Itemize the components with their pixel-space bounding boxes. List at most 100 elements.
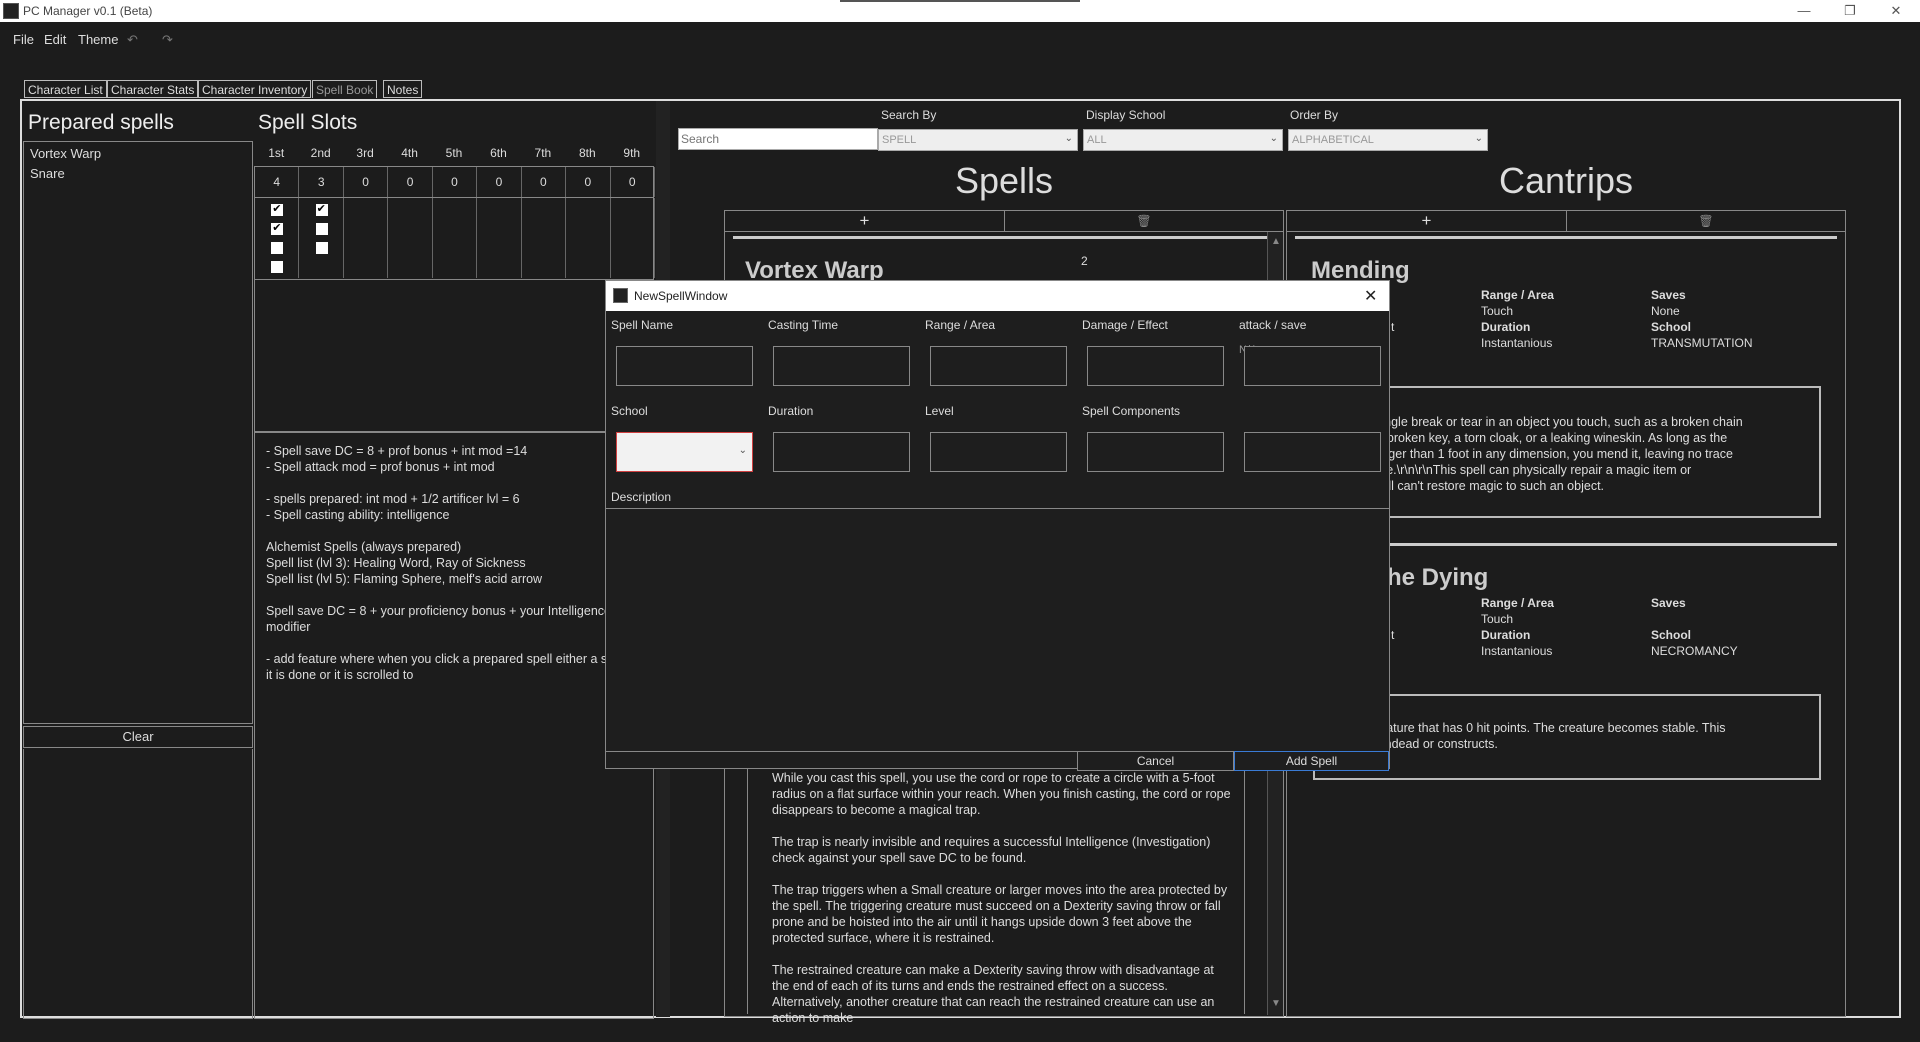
display-school-value: ALL xyxy=(1087,134,1107,146)
tab-character-list[interactable]: Character List xyxy=(24,80,107,98)
menu-file[interactable]: File xyxy=(13,32,34,47)
app-icon xyxy=(613,288,628,303)
duration-value: Instantanious xyxy=(1481,644,1553,658)
slot-count[interactable]: 3 xyxy=(299,167,344,197)
undo-icon[interactable]: ↶ xyxy=(127,32,138,48)
attack-save-field[interactable] xyxy=(1244,346,1381,386)
note-line: - spells prepared: int mod + 1/2 artific… xyxy=(266,492,520,506)
slot-level-label: 9th xyxy=(623,146,641,160)
list-item[interactable]: Vortex Warp xyxy=(30,146,101,161)
menu-edit[interactable]: Edit xyxy=(44,32,66,47)
slot-level-label: 1st xyxy=(268,146,285,160)
tab-character-stats[interactable]: Character Stats xyxy=(107,80,199,98)
add-spell-button[interactable]: Add Spell xyxy=(1234,751,1389,771)
school-value: NECROMANCY xyxy=(1651,644,1738,658)
prepared-spells-list[interactable]: Vortex Warp Snare xyxy=(23,141,253,724)
dialog-title: NewSpellWindow xyxy=(634,289,728,303)
slot-checkbox[interactable] xyxy=(271,202,284,216)
description-line: ear is no larger than 1 foot in any dime… xyxy=(1323,447,1733,461)
note-line: it is done or it is scrolled to xyxy=(266,668,414,682)
add-spell-button[interactable]: + xyxy=(725,211,1005,231)
window-titlebar: PC Manager v0.1 (Beta) — ❐ ✕ xyxy=(0,0,1920,22)
slot-column xyxy=(299,198,344,278)
slot-checkbox[interactable] xyxy=(315,242,328,254)
slot-column xyxy=(611,198,655,278)
school-select[interactable]: ⌄ xyxy=(616,432,753,472)
scroll-down-icon[interactable]: ▼ xyxy=(1271,998,1281,1009)
slot-checkbox-grid xyxy=(254,198,655,280)
school-label: School xyxy=(1651,628,1692,642)
duration-value: Instantanious xyxy=(1481,336,1553,350)
cantrip-description: a living creature that has 0 hit points.… xyxy=(1323,720,1813,752)
display-school-select[interactable]: ALL ⌄ xyxy=(1083,129,1283,151)
add-cantrip-button[interactable]: + xyxy=(1287,211,1567,231)
restore-icon[interactable]: ❐ xyxy=(1827,0,1873,22)
slot-count[interactable]: 0 xyxy=(433,167,478,197)
tab-character-inventory[interactable]: Character Inventory xyxy=(198,80,312,98)
damage-effect-field[interactable] xyxy=(1087,346,1224,386)
search-by-select[interactable]: SPELL ⌄ xyxy=(878,129,1078,151)
note-line xyxy=(266,523,642,539)
spell-slots-heading: Spell Slots xyxy=(258,111,358,134)
cantrip-card-title: he Dying xyxy=(1387,564,1489,591)
delete-spell-button[interactable]: 🗑 xyxy=(1005,211,1283,231)
tab-spell-book[interactable]: Spell Book xyxy=(312,80,378,98)
slot-count[interactable]: 0 xyxy=(477,167,522,197)
chevron-down-icon: ⌄ xyxy=(1064,133,1073,144)
slot-column xyxy=(522,198,567,278)
note-line: - add feature where when you click a pre… xyxy=(266,652,622,666)
slot-column xyxy=(255,198,300,278)
spells-heading: Spells xyxy=(954,160,1054,201)
cancel-button[interactable]: Cancel xyxy=(1077,751,1234,771)
description-line: mer damage.\r\n\r\nThis spell can physic… xyxy=(1323,463,1692,477)
spell-card-description: While you cast this spell, you use the c… xyxy=(772,770,1232,1042)
window-title: PC Manager v0.1 (Beta) xyxy=(23,4,153,18)
order-by-select[interactable]: ALPHABETICAL ⌄ xyxy=(1288,129,1488,151)
spell-components-label: Spell Components xyxy=(1082,404,1181,418)
slot-column xyxy=(388,198,433,278)
menu-theme[interactable]: Theme xyxy=(78,32,118,47)
slot-checkbox[interactable] xyxy=(271,242,284,254)
spell-name-field[interactable] xyxy=(616,346,753,386)
chevron-down-icon: ⌄ xyxy=(738,445,747,456)
casting-time-field[interactable] xyxy=(773,346,910,386)
slot-count[interactable]: 0 xyxy=(522,167,567,197)
minimize-icon[interactable]: — xyxy=(1781,0,1827,22)
slot-checkbox[interactable] xyxy=(315,202,328,216)
extra-field[interactable] xyxy=(1244,432,1381,472)
level-field[interactable] xyxy=(930,432,1067,472)
order-by-label: Order By xyxy=(1290,108,1339,122)
delete-cantrip-button[interactable]: 🗑 xyxy=(1567,211,1845,231)
description-line: halves of a broken key, a torn cloak, or… xyxy=(1323,431,1728,445)
clear-button[interactable]: Clear xyxy=(23,726,253,748)
notes-area[interactable]: - Spell save DC = 8 + prof bonus + int m… xyxy=(254,432,654,1019)
tab-notes[interactable]: Notes xyxy=(383,80,423,98)
close-icon[interactable]: ✕ xyxy=(1364,286,1377,306)
slot-count[interactable]: 0 xyxy=(611,167,655,197)
scroll-up-icon[interactable]: ▲ xyxy=(1271,236,1281,247)
slot-count-row: 430000000 xyxy=(254,166,655,198)
slot-column xyxy=(477,198,522,278)
cantrip-card-fragment: t xyxy=(1391,320,1395,334)
redo-icon[interactable]: ↷ xyxy=(162,32,173,48)
list-item[interactable]: Snare xyxy=(30,166,65,181)
display-school-label: Display School xyxy=(1086,108,1166,122)
slot-column xyxy=(566,198,611,278)
duration-field[interactable] xyxy=(773,432,910,472)
slot-count[interactable]: 0 xyxy=(566,167,611,197)
slot-checkbox[interactable] xyxy=(271,221,284,235)
spell-description-paragraph: The trap is nearly invisible and require… xyxy=(772,835,1211,865)
slot-count[interactable]: 0 xyxy=(344,167,389,197)
slot-checkbox[interactable] xyxy=(315,223,328,235)
slot-count[interactable]: 0 xyxy=(388,167,433,197)
range-area-field[interactable] xyxy=(930,346,1067,386)
description-label: Description xyxy=(611,490,672,504)
school-value: TRANSMUTATION xyxy=(1651,336,1753,350)
description-field[interactable] xyxy=(606,508,1389,752)
search-input[interactable] xyxy=(678,128,878,150)
close-icon[interactable]: ✕ xyxy=(1873,0,1919,22)
spell-components-field[interactable] xyxy=(1087,432,1224,472)
prepared-lower-area xyxy=(23,749,253,1019)
slot-count[interactable]: 4 xyxy=(255,167,300,197)
slot-checkbox[interactable] xyxy=(271,261,284,273)
